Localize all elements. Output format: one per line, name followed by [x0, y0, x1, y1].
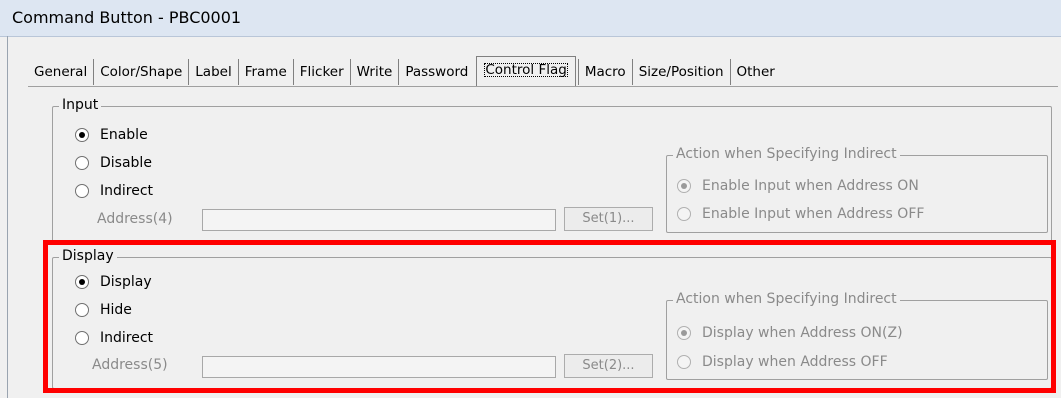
tab-divider	[28, 86, 1058, 87]
tab-write[interactable]: Write	[349, 59, 399, 85]
radio-indicator	[677, 207, 691, 221]
input-indirect-radio[interactable]: Indirect	[75, 183, 153, 199]
radio-indicator	[677, 179, 691, 193]
highlight-box	[43, 240, 1056, 393]
radio-indicator	[75, 128, 89, 142]
tab-color-shape[interactable]: Color/Shape	[93, 59, 188, 85]
input-disable-radio[interactable]: Disable	[75, 155, 152, 171]
input-indirect-action-title: Action when Specifying Indirect	[673, 146, 900, 162]
radio-label: Enable Input when Address OFF	[702, 206, 925, 222]
radio-label: Enable Input when Address ON	[702, 178, 919, 194]
input-enable-when-off-radio[interactable]: Enable Input when Address OFF	[677, 206, 924, 222]
input-address-field[interactable]	[202, 209, 556, 231]
input-address-label: Address(4)	[97, 211, 173, 227]
tab-other[interactable]: Other	[729, 59, 781, 85]
radio-indicator	[75, 156, 89, 170]
tab-control-flag[interactable]: Control Flag	[476, 56, 576, 86]
tab-size-position[interactable]: Size/Position	[631, 59, 730, 85]
tab-general[interactable]: General	[28, 59, 93, 85]
tab-bar: General Color/Shape Label Frame Flicker …	[28, 55, 781, 86]
tab-password[interactable]: Password	[398, 59, 474, 85]
input-set-button[interactable]: Set(1)...	[564, 207, 653, 231]
tab-flicker[interactable]: Flicker	[292, 59, 350, 85]
window-border	[7, 36, 8, 398]
radio-indicator	[75, 184, 89, 198]
tab-frame[interactable]: Frame	[237, 59, 293, 85]
tab-label[interactable]: Label	[188, 59, 237, 85]
input-group-title: Input	[59, 97, 102, 113]
radio-label: Enable	[100, 127, 148, 143]
window-title: Command Button - PBC0001	[12, 8, 242, 27]
tab-macro[interactable]: Macro	[577, 59, 632, 85]
radio-label: Indirect	[100, 183, 154, 199]
radio-label: Disable	[100, 155, 152, 171]
input-enable-when-on-radio[interactable]: Enable Input when Address ON	[677, 178, 919, 194]
title-bar: Command Button - PBC0001	[0, 0, 1061, 37]
input-enable-radio[interactable]: Enable	[75, 127, 148, 143]
